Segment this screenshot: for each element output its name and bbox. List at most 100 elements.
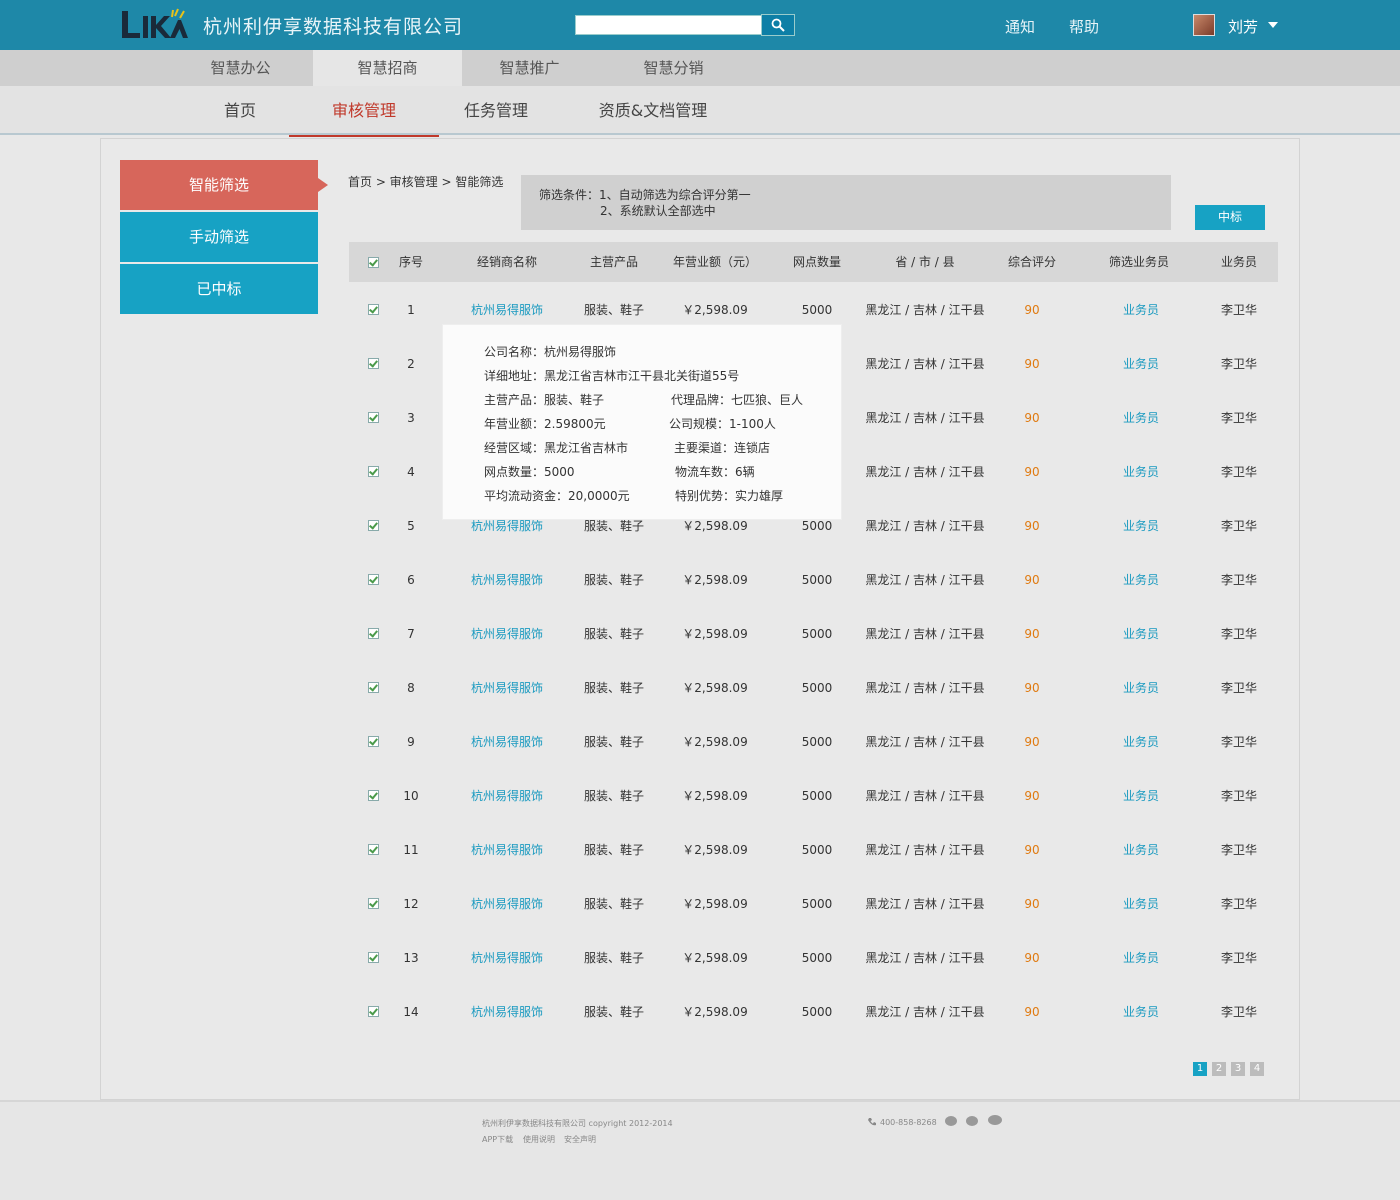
avatar[interactable] — [1193, 14, 1215, 36]
cell-region: 黑龙江 / 吉林 / 江干县 — [865, 951, 985, 965]
cell-screener[interactable]: 业务员 — [1101, 499, 1181, 553]
row-checkbox[interactable] — [368, 574, 379, 585]
table-row[interactable]: 6 杭州易得服饰 服装、鞋子 ￥2,598.09 5000 黑龙江 / 吉林 / 江干县 9… — [349, 553, 1278, 607]
tab-home[interactable]: 首页 — [190, 86, 290, 135]
cell-screener[interactable]: 业务员 — [1101, 607, 1181, 661]
cell-sales-rep: 李卫华 — [1220, 411, 1257, 425]
award-button[interactable]: 中标 — [1195, 205, 1265, 230]
footer-link-guide[interactable]: 使用说明 — [523, 1134, 555, 1145]
cell-index: 4 — [407, 465, 415, 479]
sidebar-item-awarded[interactable]: 已中标 — [120, 264, 318, 314]
cell-score: 90 — [1024, 303, 1040, 317]
cell-screener[interactable]: 业务员 — [1101, 553, 1181, 607]
cell-screener[interactable]: 业务员 — [1101, 337, 1181, 391]
cell-score: 90 — [1024, 951, 1040, 965]
cell-index: 1 — [407, 303, 415, 317]
tab-task-management[interactable]: 任务管理 — [440, 86, 552, 135]
cell-dealer-name[interactable]: 杭州易得服饰 — [457, 715, 557, 769]
cell-dealer-name[interactable]: 杭州易得服饰 — [457, 823, 557, 877]
page-3[interactable]: 3 — [1231, 1062, 1245, 1076]
cell-annual-revenue: ￥2,598.09 — [682, 843, 748, 857]
cell-screener[interactable]: 业务员 — [1101, 445, 1181, 499]
company-logo[interactable] — [120, 8, 188, 40]
cell-screener[interactable]: 业务员 — [1101, 877, 1181, 931]
table-row[interactable]: 12 杭州易得服饰 服装、鞋子 ￥2,598.09 5000 黑龙江 / 吉林 / 江干县… — [349, 877, 1278, 931]
cell-outlets: 5000 — [801, 627, 833, 641]
tab-review-management[interactable]: 审核管理 — [289, 86, 439, 137]
cell-screener[interactable]: 业务员 — [1101, 931, 1181, 985]
row-checkbox[interactable] — [368, 952, 379, 963]
cell-sales-rep: 李卫华 — [1220, 1005, 1257, 1019]
row-checkbox[interactable] — [368, 1006, 379, 1017]
table-row[interactable]: 9 杭州易得服饰 服装、鞋子 ￥2,598.09 5000 黑龙江 / 吉林 / 江干县 9… — [349, 715, 1278, 769]
tab-documents[interactable]: 资质&文档管理 — [585, 86, 721, 135]
cell-screener[interactable]: 业务员 — [1101, 985, 1181, 1039]
popup-area: 经营区域：黑龙江省吉林市 — [484, 441, 629, 455]
cell-dealer-name[interactable]: 杭州易得服饰 — [457, 877, 557, 931]
cell-screener[interactable]: 业务员 — [1101, 283, 1181, 337]
table-row[interactable]: 14 杭州易得服饰 服装、鞋子 ￥2,598.09 5000 黑龙江 / 吉林 / 江干县… — [349, 985, 1278, 1039]
cell-score: 90 — [1024, 573, 1040, 587]
cell-main-product: 服装、鞋子 — [583, 1005, 644, 1019]
qq-icon[interactable] — [945, 1116, 957, 1126]
select-all-checkbox[interactable] — [368, 257, 379, 268]
filter-condition-1: 筛选条件：1、自动筛选为综合评分第一 — [539, 188, 751, 202]
table-row[interactable]: 7 杭州易得服饰 服装、鞋子 ￥2,598.09 5000 黑龙江 / 吉林 / 江干县 9… — [349, 607, 1278, 661]
page-4[interactable]: 4 — [1250, 1062, 1264, 1076]
sidebar-item-smart-filter[interactable]: 智能筛选 — [120, 160, 318, 210]
row-checkbox[interactable] — [368, 520, 379, 531]
page-1[interactable]: 1 — [1193, 1062, 1207, 1076]
row-checkbox[interactable] — [368, 898, 379, 909]
search-input[interactable] — [575, 15, 762, 35]
wechat-icon[interactable] — [988, 1115, 1002, 1125]
filter-conditions: 筛选条件：1、自动筛选为综合评分第一 2、系统默认全部选中 — [521, 175, 1171, 230]
help-link[interactable]: 帮助 — [1069, 16, 1099, 37]
row-checkbox[interactable] — [368, 358, 379, 369]
cell-outlets: 5000 — [801, 897, 833, 911]
cell-screener[interactable]: 业务员 — [1101, 769, 1181, 823]
row-checkbox[interactable] — [368, 736, 379, 747]
row-checkbox[interactable] — [368, 790, 379, 801]
table-row[interactable]: 10 杭州易得服饰 服装、鞋子 ￥2,598.09 5000 黑龙江 / 吉林 / 江干县… — [349, 769, 1278, 823]
cell-dealer-name[interactable]: 杭州易得服饰 — [457, 769, 557, 823]
username[interactable]: 刘芳 — [1228, 16, 1258, 37]
cell-index: 9 — [407, 735, 415, 749]
cell-dealer-name[interactable]: 杭州易得服饰 — [457, 607, 557, 661]
cell-screener[interactable]: 业务员 — [1101, 391, 1181, 445]
cell-dealer-name[interactable]: 杭州易得服饰 — [457, 931, 557, 985]
cell-screener[interactable]: 业务员 — [1101, 823, 1181, 877]
table-row[interactable]: 13 杭州易得服饰 服装、鞋子 ￥2,598.09 5000 黑龙江 / 吉林 / 江干县… — [349, 931, 1278, 985]
nav-smart-promotion[interactable]: 智慧推广 — [462, 50, 597, 86]
header-score: 综合评分 — [1007, 255, 1056, 269]
cell-region: 黑龙江 / 吉林 / 江干县 — [865, 519, 985, 533]
nav-smart-office[interactable]: 智慧办公 — [168, 50, 313, 86]
footer-link-app[interactable]: APP下载 — [482, 1134, 513, 1145]
table-header: 序号 经销商名称 主营产品 年营业额（元） 网点数量 省 / 市 / 县 综合评… — [349, 242, 1278, 282]
row-checkbox[interactable] — [368, 304, 379, 315]
nav-smart-investment[interactable]: 智慧招商 — [313, 50, 462, 86]
cell-dealer-name[interactable]: 杭州易得服饰 — [457, 985, 557, 1039]
cell-dealer-name[interactable]: 杭州易得服饰 — [457, 553, 557, 607]
row-checkbox[interactable] — [368, 412, 379, 423]
company-name: 杭州利伊享数据科技有限公司 — [203, 16, 464, 38]
row-checkbox[interactable] — [368, 682, 379, 693]
table-row[interactable]: 8 杭州易得服饰 服装、鞋子 ￥2,598.09 5000 黑龙江 / 吉林 / 江干县 9… — [349, 661, 1278, 715]
row-checkbox[interactable] — [368, 628, 379, 639]
row-checkbox[interactable] — [368, 844, 379, 855]
sidebar-item-manual-filter[interactable]: 手动筛选 — [120, 212, 318, 262]
nav-smart-distribution[interactable]: 智慧分销 — [606, 50, 741, 86]
cell-dealer-name[interactable]: 杭州易得服饰 — [457, 661, 557, 715]
header-region: 省 / 市 / 县 — [895, 255, 955, 269]
footer-link-security[interactable]: 安全声明 — [564, 1134, 596, 1145]
cell-screener[interactable]: 业务员 — [1101, 661, 1181, 715]
cell-screener[interactable]: 业务员 — [1101, 715, 1181, 769]
row-checkbox[interactable] — [368, 466, 379, 477]
notifications-link[interactable]: 通知 — [1005, 16, 1035, 37]
footer-copyright: 杭州利伊享数据科技有限公司 copyright 2012-2014 — [482, 1119, 673, 1128]
table-row[interactable]: 11 杭州易得服饰 服装、鞋子 ￥2,598.09 5000 黑龙江 / 吉林 / 江干县… — [349, 823, 1278, 877]
cell-main-product: 服装、鞋子 — [583, 897, 644, 911]
search-button[interactable] — [761, 14, 795, 36]
page-2[interactable]: 2 — [1212, 1062, 1226, 1076]
chevron-down-icon[interactable] — [1268, 22, 1278, 28]
weibo-icon[interactable] — [966, 1116, 978, 1126]
